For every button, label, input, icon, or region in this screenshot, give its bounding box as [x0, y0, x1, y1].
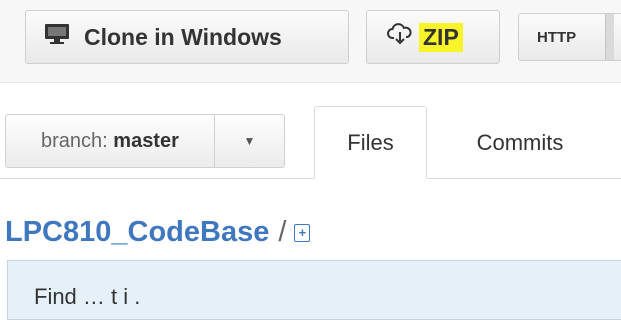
breadcrumb-separator: / [278, 216, 287, 248]
tab-commits[interactable]: Commits [450, 106, 590, 179]
clone-in-windows-button[interactable]: Clone in Windows [25, 10, 349, 64]
download-zip-button[interactable]: ZIP [366, 10, 500, 64]
tab-files[interactable]: Files [314, 106, 427, 179]
file-finder-bar[interactable]: Find … t i . [7, 260, 621, 320]
cloud-download-icon [387, 23, 413, 51]
breadcrumb: LPC810_CodeBase / + [5, 216, 311, 249]
http-button[interactable]: HTTP [518, 13, 621, 61]
branch-name: master [113, 129, 179, 152]
url-field-edge [605, 14, 614, 60]
branch-prefix: branch: [41, 129, 108, 152]
caret-down-icon[interactable]: ▼ [214, 115, 284, 167]
plus-box-icon[interactable]: + [294, 223, 311, 242]
finder-text: Find … t i . [34, 284, 141, 309]
branch-label: branch: master [6, 130, 214, 153]
http-label: HTTP [537, 28, 577, 46]
branch-selector[interactable]: branch: master ▼ [5, 114, 285, 168]
repo-name-link[interactable]: LPC810_CodeBase [5, 216, 269, 249]
monitor-icon [44, 23, 70, 51]
zip-label: ZIP [419, 22, 463, 52]
clone-button-label: Clone in Windows [84, 23, 282, 50]
